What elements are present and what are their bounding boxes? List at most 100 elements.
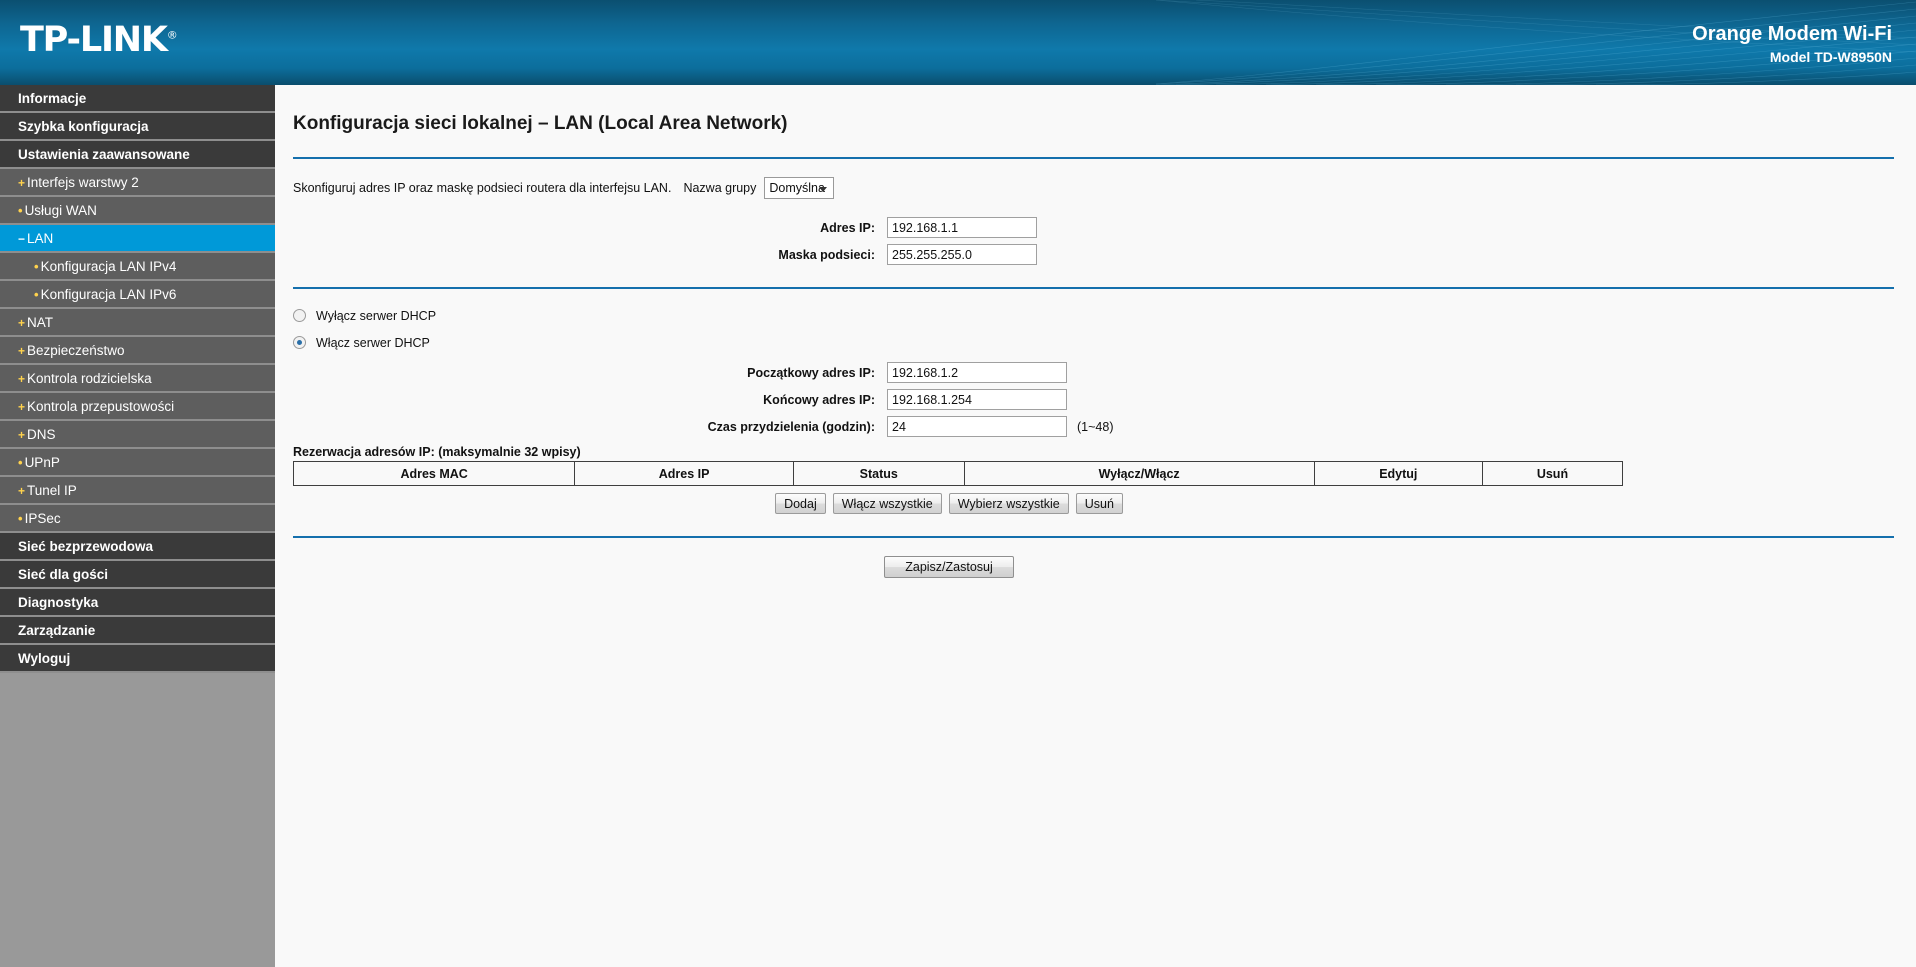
- sidebar-item-us-ugi-wan[interactable]: • Usługi WAN: [0, 197, 275, 225]
- sidebar-item-konfiguracja-lan-ipv6[interactable]: • Konfiguracja LAN IPv6: [0, 281, 275, 309]
- table-header-row: Adres MAC Adres IP Status Wyłącz/Włącz Edytu…: [292, 461, 1624, 486]
- sidebar-item-label: Zarządzanie: [18, 623, 96, 638]
- sidebar-item-lan[interactable]: − LAN: [0, 225, 275, 253]
- footer-divider: [293, 536, 1894, 538]
- sidebar-item-upnp[interactable]: • UPnP: [0, 449, 275, 477]
- sidebar-nav: Informacje Szybka konfiguracja Ustawienia …: [0, 85, 275, 967]
- expand-icon: +: [18, 428, 26, 442]
- chevron-down-icon: [819, 187, 828, 192]
- dhcp-enable-radio[interactable]: [293, 336, 306, 349]
- brand-title: Orange Modem Wi-Fi: [1692, 23, 1892, 45]
- description-row: Skonfiguruj adres IP oraz maskę podsieci…: [293, 177, 1916, 199]
- sidebar-item-label: IPSec: [24, 511, 61, 526]
- expand-icon: +: [18, 176, 26, 190]
- wybierz-wszystkie-button[interactable]: Wybierz wszystkie: [948, 493, 1069, 514]
- sidebar-item-sie-bezprzewodowa[interactable]: Sieć bezprzewodowa: [0, 533, 275, 561]
- subnet-mask-label: Maska podsieci:: [778, 247, 875, 262]
- sidebar-item-szybka-konfiguracja[interactable]: Szybka konfiguracja: [0, 113, 275, 141]
- sidebar-item-label: Sieć dla gości: [18, 567, 109, 582]
- sidebar-item-label: Informacje: [18, 91, 87, 106]
- sidebar-item-wyloguj[interactable]: Wyloguj: [0, 645, 275, 673]
- sidebar-item-label: Kontrola przepustowości: [27, 399, 175, 414]
- save-apply-button[interactable]: Zapisz/Zastosuj: [884, 556, 1014, 578]
- page-title: Konfiguracja sieci lokalnej – LAN (Local…: [293, 113, 788, 134]
- w-cz-wszystkie-button[interactable]: Włącz wszystkie: [832, 493, 942, 514]
- dhcp-disable-label: Wyłącz serwer DHCP: [316, 308, 437, 323]
- lease-time-input[interactable]: [887, 416, 1067, 437]
- bullet-icon: •: [18, 511, 23, 526]
- sidebar-item-zarz-dzanie[interactable]: Zarządzanie: [0, 617, 275, 645]
- subnet-mask-input[interactable]: [887, 244, 1037, 265]
- apply-button-wrap: Zapisz/Zastosuj: [275, 556, 1623, 578]
- table-header-cell: Status: [792, 461, 965, 486]
- sidebar-item-label: UPnP: [24, 455, 60, 470]
- sidebar-item-dns[interactable]: + DNS: [0, 421, 275, 449]
- bullet-icon: •: [18, 455, 23, 470]
- sidebar-item-label: NAT: [27, 315, 54, 330]
- sidebar-item-label: Ustawienia zaawansowane: [18, 147, 190, 162]
- ip-reservation-table: Adres MAC Adres IP Status Wyłącz/Włącz Edytu…: [292, 461, 1624, 486]
- dhcp-disable-radio[interactable]: [293, 309, 306, 322]
- sidebar-item-konfiguracja-lan-ipv4[interactable]: • Konfiguracja LAN IPv4: [0, 253, 275, 281]
- collapse-icon: −: [18, 232, 26, 246]
- sidebar-item-interfejs-warstwy-2[interactable]: + Interfejs warstwy 2: [0, 169, 275, 197]
- table-action-buttons: Dodaj Włącz wszystkie Wybierz wszystkie Usu…: [275, 493, 1623, 514]
- lease-time-row: Czas przydzielenia (godzin): (1~48): [275, 416, 1916, 437]
- group-name-select[interactable]: Domyślna: [764, 177, 835, 199]
- dhcp-disable-row[interactable]: Wyłącz serwer DHCP: [293, 305, 1916, 326]
- dodaj-button[interactable]: Dodaj: [775, 493, 826, 514]
- sidebar-item-kontrola-przepustowo-ci[interactable]: + Kontrola przepustowości: [0, 393, 275, 421]
- dhcp-enable-label: Włącz serwer DHCP: [316, 335, 430, 350]
- sidebar-item-informacje[interactable]: Informacje: [0, 85, 275, 113]
- table-header-cell: Adres MAC: [292, 461, 576, 486]
- reservation-title: Rezerwacja adresów IP: (maksymalnie 32 w…: [293, 445, 581, 459]
- table-header-cell: Wyłącz/Włącz: [963, 461, 1315, 486]
- sidebar-item-kontrola-rodzicielska[interactable]: + Kontrola rodzicielska: [0, 365, 275, 393]
- ip-address-input[interactable]: [887, 217, 1037, 238]
- sidebar-item-label: Tunel IP: [27, 483, 77, 498]
- lan-description-text: Skonfiguruj adres IP oraz maskę podsieci…: [293, 181, 672, 195]
- usu-button[interactable]: Usuń: [1075, 493, 1123, 514]
- expand-icon: +: [18, 344, 26, 358]
- sidebar-item-label: Interfejs warstwy 2: [27, 175, 139, 190]
- brand-block: Orange Modem Wi-Fi Model TD-W8950N: [1692, 22, 1892, 68]
- dhcp-start-input[interactable]: [887, 362, 1067, 383]
- sidebar-item-ipsec[interactable]: • IPSec: [0, 505, 275, 533]
- sidebar-item-sie-dla-go-ci[interactable]: Sieć dla gości: [0, 561, 275, 589]
- table-header-cell: Adres IP: [574, 461, 794, 486]
- subnet-mask-row: Maska podsieci:: [275, 244, 1916, 265]
- sidebar-item-label: Wyloguj: [18, 651, 71, 666]
- dhcp-enable-row[interactable]: Włącz serwer DHCP: [293, 332, 1916, 353]
- sidebar-item-label: LAN: [27, 231, 54, 246]
- sidebar-item-label: DNS: [27, 427, 56, 442]
- main-content: Konfiguracja sieci lokalnej – LAN (Local…: [275, 85, 1916, 967]
- table-header-cell: Edytuj: [1313, 461, 1483, 486]
- page-header: TP-LINK® Orange Modem Wi-Fi Model TD-W89…: [0, 0, 1916, 85]
- expand-icon: +: [18, 484, 26, 498]
- ip-address-row: Adres IP:: [275, 217, 1916, 238]
- lease-time-hint: (1~48): [1077, 419, 1114, 434]
- dhcp-start-label: Początkowy adres IP:: [747, 365, 875, 380]
- dhcp-end-input[interactable]: [887, 389, 1067, 410]
- expand-icon: +: [18, 372, 26, 386]
- expand-icon: +: [18, 400, 26, 414]
- sidebar-item-tunel-ip[interactable]: + Tunel IP: [0, 477, 275, 505]
- table-header-cell: Usuń: [1481, 461, 1624, 486]
- sidebar-item-ustawienia-zaawansowane[interactable]: Ustawienia zaawansowane: [0, 141, 275, 169]
- sidebar-item-label: Konfiguracja LAN IPv6: [40, 287, 177, 302]
- sidebar-item-label: Kontrola rodzicielska: [27, 371, 152, 386]
- sidebar-item-bezpiecze-stwo[interactable]: + Bezpieczeństwo: [0, 337, 275, 365]
- ip-address-label: Adres IP:: [820, 220, 875, 235]
- brand-model: Model TD-W8950N: [1769, 49, 1892, 65]
- sidebar-item-label: Konfiguracja LAN IPv4: [40, 259, 177, 274]
- dhcp-end-row: Końcowy adres IP:: [275, 389, 1916, 410]
- bullet-icon: •: [18, 203, 23, 218]
- tplink-logo: TP-LINK®: [20, 20, 178, 60]
- dhcp-start-row: Początkowy adres IP:: [275, 362, 1916, 383]
- sidebar-item-label: Diagnostyka: [18, 595, 99, 610]
- sidebar-item-nat[interactable]: + NAT: [0, 309, 275, 337]
- bullet-icon: •: [34, 259, 39, 274]
- expand-icon: +: [18, 316, 26, 330]
- sidebar-item-label: Szybka konfiguracja: [18, 119, 149, 134]
- sidebar-item-diagnostyka[interactable]: Diagnostyka: [0, 589, 275, 617]
